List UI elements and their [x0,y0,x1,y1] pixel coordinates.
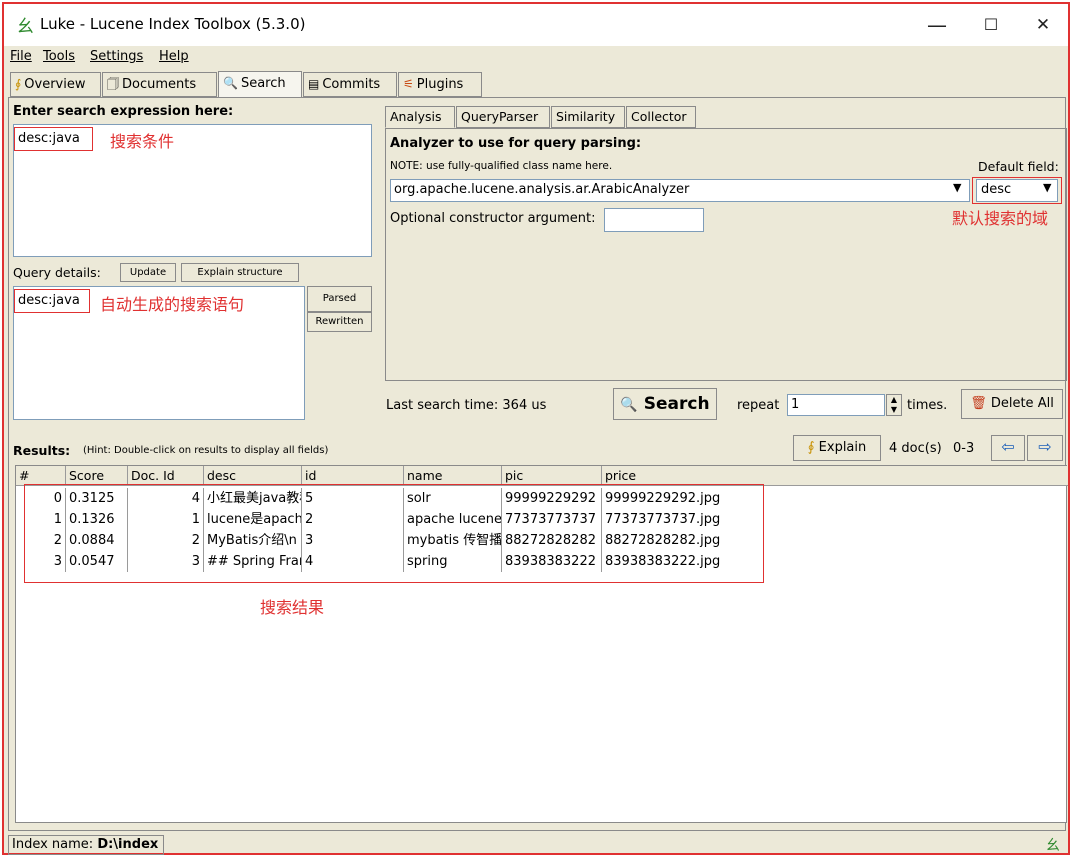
results-table: # Score Doc. Id desc id name pic price 0… [15,465,1068,823]
search-button[interactable]: 🔍 Search [613,388,717,420]
trash-icon: 🗑 [970,396,987,411]
annotation-default-field: 默认搜索的域 [952,209,1049,228]
column-header-number[interactable]: # [16,466,66,486]
tab-search[interactable]: 🔍 Search [218,71,302,98]
repeat-spinner[interactable]: ▲ ▼ [886,394,902,416]
documents-icon: 🗍 [107,77,119,91]
title-bar: ⺓ Luke - Lucene Index Toolbox (5.3.0) — … [4,4,1068,46]
menu-settings[interactable]: Settings [90,49,143,64]
menu-bar: File Tools Settings Help [4,46,1068,68]
tab-similarity[interactable]: Similarity [551,106,625,128]
explain-structure-button[interactable]: Explain structure [181,263,299,282]
column-header-desc[interactable]: desc [204,466,302,486]
tab-analysis[interactable]: Analysis [385,106,455,128]
commits-icon: ▤ [308,77,320,91]
repeat-input[interactable]: 1 [787,394,885,416]
constructor-argument-label: Optional constructor argument: [390,211,596,226]
search-icon: 🔍 [620,397,638,413]
default-field-select[interactable]: desc ▼ [976,179,1058,202]
search-expression-input[interactable]: desc:java 搜索条件 [13,124,372,257]
column-header-name[interactable]: name [404,466,502,486]
explain-button[interactable]: ∮ Explain [793,435,881,461]
window-title: Luke - Lucene Index Toolbox (5.3.0) [40,15,306,33]
status-bar: Index name: D:\index ⺓ [8,835,1066,855]
column-header-price[interactable]: price [602,466,1068,486]
close-button[interactable]: ✕ [1028,10,1058,40]
parsed-button[interactable]: Parsed [307,286,372,312]
update-button[interactable]: Update [120,263,176,282]
repeat-label: repeat [737,398,780,413]
delete-all-button[interactable]: 🗑 Delete All [961,389,1063,419]
chevron-down-icon: ▼ [953,181,962,194]
index-name-status: Index name: D:\index [8,835,164,855]
next-page-button[interactable]: ⇨ [1027,435,1063,461]
parsed-query-area: desc:java 自动生成的搜索语句 [13,286,305,420]
tab-collector[interactable]: Collector [626,106,696,128]
rewritten-button[interactable]: Rewritten [307,312,372,332]
constructor-argument-input[interactable] [604,208,704,232]
tab-plugins[interactable]: ⚟ Plugins [398,72,482,97]
minimize-button[interactable]: — [922,10,952,40]
last-search-time: Last search time: 364 us [386,398,547,413]
search-expression-heading: Enter search expression here: [13,104,234,119]
results-highlight [24,484,764,583]
chevron-down-icon: ▼ [1043,181,1052,194]
column-header-id[interactable]: id [302,466,404,486]
column-header-doc-id[interactable]: Doc. Id [128,466,204,486]
annotation-search-condition: 搜索条件 [110,132,175,151]
results-hint: (Hint: Double-click on results to displa… [83,445,329,456]
plugins-icon: ⚟ [403,77,414,91]
parsed-query-text: desc:java [14,289,90,313]
menu-tools[interactable]: Tools [43,49,75,64]
doc-count: 4 doc(s) [889,441,942,456]
luke-window: ⺓ Luke - Lucene Index Toolbox (5.3.0) — … [2,2,1070,855]
analyzer-heading: Analyzer to use for query parsing: [390,136,642,151]
tab-commits[interactable]: ▤ Commits [303,72,397,97]
annotation-auto-query: 自动生成的搜索语句 [100,295,245,314]
previous-page-button[interactable]: ⇦ [991,435,1025,461]
search-panel: Enter search expression here: desc:java … [8,97,1068,831]
menu-help[interactable]: Help [159,49,189,64]
default-field-label: Default field: [978,159,1059,174]
results-label: Results: [13,443,71,458]
tab-documents[interactable]: 🗍 Documents [102,72,217,97]
analysis-panel: Analyzer to use for query parsing: NOTE:… [385,128,1067,381]
search-expression-text: desc:java [14,127,93,151]
analyzer-note: NOTE: use fully-qualified class name her… [390,160,613,172]
tab-overview[interactable]: ∮ Overview [10,72,101,97]
menu-file[interactable]: File [10,49,32,64]
annotation-search-results: 搜索结果 [260,598,325,617]
times-label: times. [907,398,948,413]
tab-queryparser[interactable]: QueryParser [456,106,550,128]
overview-icon: ∮ [15,77,22,91]
analyzer-select[interactable]: org.apache.lucene.analysis.ar.ArabicAnal… [390,179,970,202]
luke-status-icon: ⺓ [1046,838,1060,854]
analysis-tabs: Analysis QueryParser Similarity Collecto… [385,106,1067,128]
result-range: 0-3 [953,441,975,456]
search-icon: 🔍 [223,76,238,90]
query-details-label: Query details: [13,265,101,280]
luke-app-icon: ⺓ [17,17,34,37]
column-header-pic[interactable]: pic [502,466,602,486]
column-header-score[interactable]: Score [66,466,128,486]
maximize-button[interactable]: ☐ [976,10,1006,40]
explain-icon: ∮ [807,440,815,455]
